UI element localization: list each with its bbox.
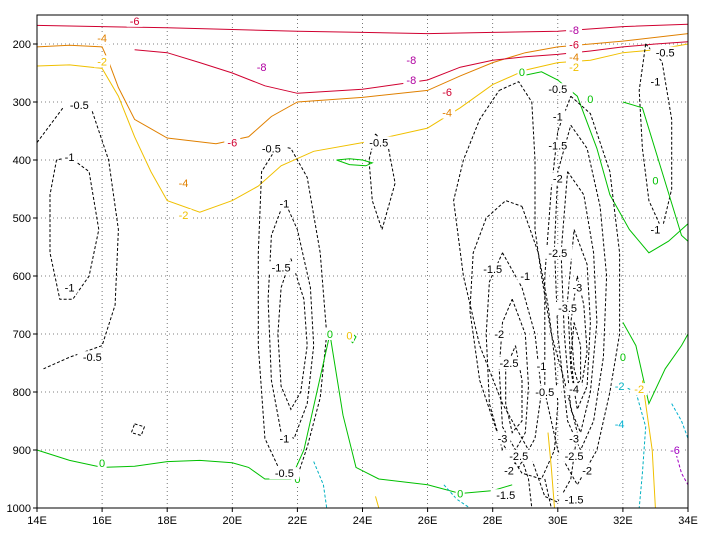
x-tick-label: 30E xyxy=(548,515,568,527)
contour-label: -1.5 xyxy=(548,141,567,153)
contour-line xyxy=(375,496,380,509)
contour-line xyxy=(36,101,119,370)
contour-line xyxy=(49,156,100,300)
contour-label: -2 xyxy=(634,384,644,396)
x-tick-label: 24E xyxy=(353,515,373,527)
x-tick-label: 22E xyxy=(288,515,308,527)
y-tick-label: 800 xyxy=(13,387,31,399)
contour-line xyxy=(622,385,647,509)
contour-line xyxy=(267,200,315,440)
contour-label: -0.5 xyxy=(275,468,294,480)
contour-label: -8 xyxy=(406,75,416,87)
contour-label: -4 xyxy=(97,33,107,45)
contour-label: -8 xyxy=(257,62,267,74)
contour-label: -0.5 xyxy=(262,143,281,155)
contour-line xyxy=(130,423,146,437)
contour-label: -8 xyxy=(569,25,579,37)
y-tick-label: 700 xyxy=(13,329,31,341)
contour-label: -1 xyxy=(279,199,289,211)
contour-line xyxy=(498,299,530,452)
x-tick-label: 28E xyxy=(483,515,503,527)
contour-label: -2.5 xyxy=(565,451,584,463)
contour-label: -1.5 xyxy=(272,262,291,274)
contour-label: -1 xyxy=(520,271,530,283)
contour-label: -1 xyxy=(553,112,563,124)
contour-line xyxy=(336,158,374,167)
contour-label: 0 xyxy=(620,352,626,364)
y-tick-label: 500 xyxy=(13,213,31,225)
x-tick-label: 34E xyxy=(678,515,698,527)
x-tick-label: 20E xyxy=(223,515,243,527)
contour-label: -0.5 xyxy=(548,84,567,96)
contour-label: -6 xyxy=(442,87,452,99)
contour-label: -1.5 xyxy=(496,490,515,502)
contour-label: -1.5 xyxy=(565,494,584,506)
contour-label: -6 xyxy=(227,138,237,150)
contour-label: -6 xyxy=(130,16,140,28)
y-tick-label: 400 xyxy=(13,155,31,167)
contour-label: -1.5 xyxy=(483,264,502,276)
contour-label: -2 xyxy=(582,465,592,477)
contour-label: 0 xyxy=(346,331,352,343)
y-tick-label: 600 xyxy=(13,271,31,283)
x-tick-label: 18E xyxy=(157,515,177,527)
contour-label: -4 xyxy=(179,178,189,190)
x-tick-label: 14E xyxy=(27,515,47,527)
contour-label: -0.5 xyxy=(656,48,675,60)
contour-label: 0 xyxy=(457,489,463,501)
contour-label: 0 xyxy=(519,67,525,79)
contour-label: 0 xyxy=(327,329,333,341)
contour-label: -2 xyxy=(553,174,563,186)
contour-label: -3.5 xyxy=(558,303,577,315)
contour-label: -1 xyxy=(651,77,661,89)
contour-label: 0 xyxy=(587,94,593,106)
contour-label: -3 xyxy=(498,433,508,445)
contour-label: -2 xyxy=(504,465,514,477)
contour-line xyxy=(36,43,689,213)
contour-label: -4 xyxy=(442,107,452,119)
contour-line xyxy=(638,43,673,232)
y-tick-label: 1000 xyxy=(7,503,31,515)
contour-label: -0.5 xyxy=(70,100,89,112)
contour-label: 0 xyxy=(652,175,658,187)
contour-label: -2 xyxy=(569,62,579,74)
contour-label: -2 xyxy=(179,210,189,222)
contour-label: -2.5 xyxy=(499,358,518,370)
y-tick-label: 300 xyxy=(13,97,31,109)
contour-label: -2.5 xyxy=(548,248,567,260)
contour-label: -6 xyxy=(569,40,579,52)
x-tick-label: 32E xyxy=(613,515,633,527)
y-tick-label: 200 xyxy=(13,39,31,51)
contour-line xyxy=(277,258,308,411)
contour-label: -1 xyxy=(537,361,547,373)
contour-label: -2 xyxy=(615,381,625,393)
contour-chart: -6-4-2 -8-8-8-6-4-6-4-2-8-6-4-2000000000-… xyxy=(7,14,698,527)
contour-line xyxy=(622,101,689,242)
contour-label: -1 xyxy=(65,283,75,295)
contour-label: -1 xyxy=(651,225,661,237)
contour-label: -3 xyxy=(569,433,579,445)
contour-labels: -6-4-2 -8-8-8-6-4-6-4-2-8-6-4-2000000000-… xyxy=(61,14,683,506)
contour-label: -2 xyxy=(97,56,107,68)
x-tick-label: 26E xyxy=(418,515,438,527)
contour-line xyxy=(671,403,689,439)
contour-label: -4 xyxy=(569,384,579,396)
contour-label: -0.5 xyxy=(369,138,388,150)
contour-label: -8 xyxy=(406,55,416,67)
contour-label: -4 xyxy=(615,419,625,431)
contour-label: -1 xyxy=(279,433,289,445)
contour-label: -3 xyxy=(572,283,582,295)
contour-label: -6 xyxy=(670,445,680,457)
y-tick-label: 900 xyxy=(13,445,31,457)
contour-label: -0.5 xyxy=(535,387,554,399)
contour-line xyxy=(544,478,552,509)
contour-label: 0 xyxy=(99,458,105,470)
contour-line xyxy=(547,432,555,509)
contour-label: -2.5 xyxy=(509,451,528,463)
contour-label: -2 xyxy=(494,329,504,341)
contour-label: -1 xyxy=(65,152,75,164)
x-tick-label: 16E xyxy=(92,515,112,527)
contour-line xyxy=(313,461,328,509)
contour-label: -0.5 xyxy=(83,352,102,364)
